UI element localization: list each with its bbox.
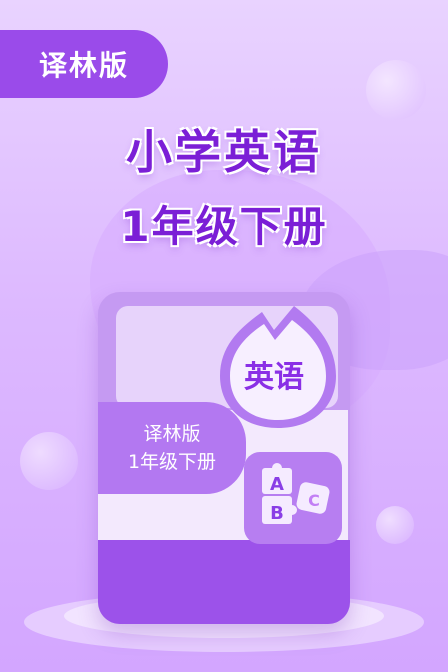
page-subtitle: 1年级下册 xyxy=(120,202,328,251)
edition-tag: 译林版 xyxy=(0,30,168,98)
puzzle-letter-b: B xyxy=(270,503,284,524)
puzzle-letter-c: C xyxy=(308,491,320,510)
book-grade-text: 1年级下册 xyxy=(127,451,217,473)
book-base xyxy=(98,540,350,624)
bubble-icon xyxy=(366,60,426,120)
puzzle-letter-a: A xyxy=(270,474,284,495)
abc-puzzle-icon: A B C xyxy=(244,452,342,544)
subject-label: 英语 xyxy=(244,360,304,395)
page-title: 小学英语 xyxy=(126,125,322,179)
book-edition-text: 译林版 xyxy=(143,423,201,445)
bubble-icon xyxy=(376,506,414,544)
bubble-icon xyxy=(20,432,78,490)
